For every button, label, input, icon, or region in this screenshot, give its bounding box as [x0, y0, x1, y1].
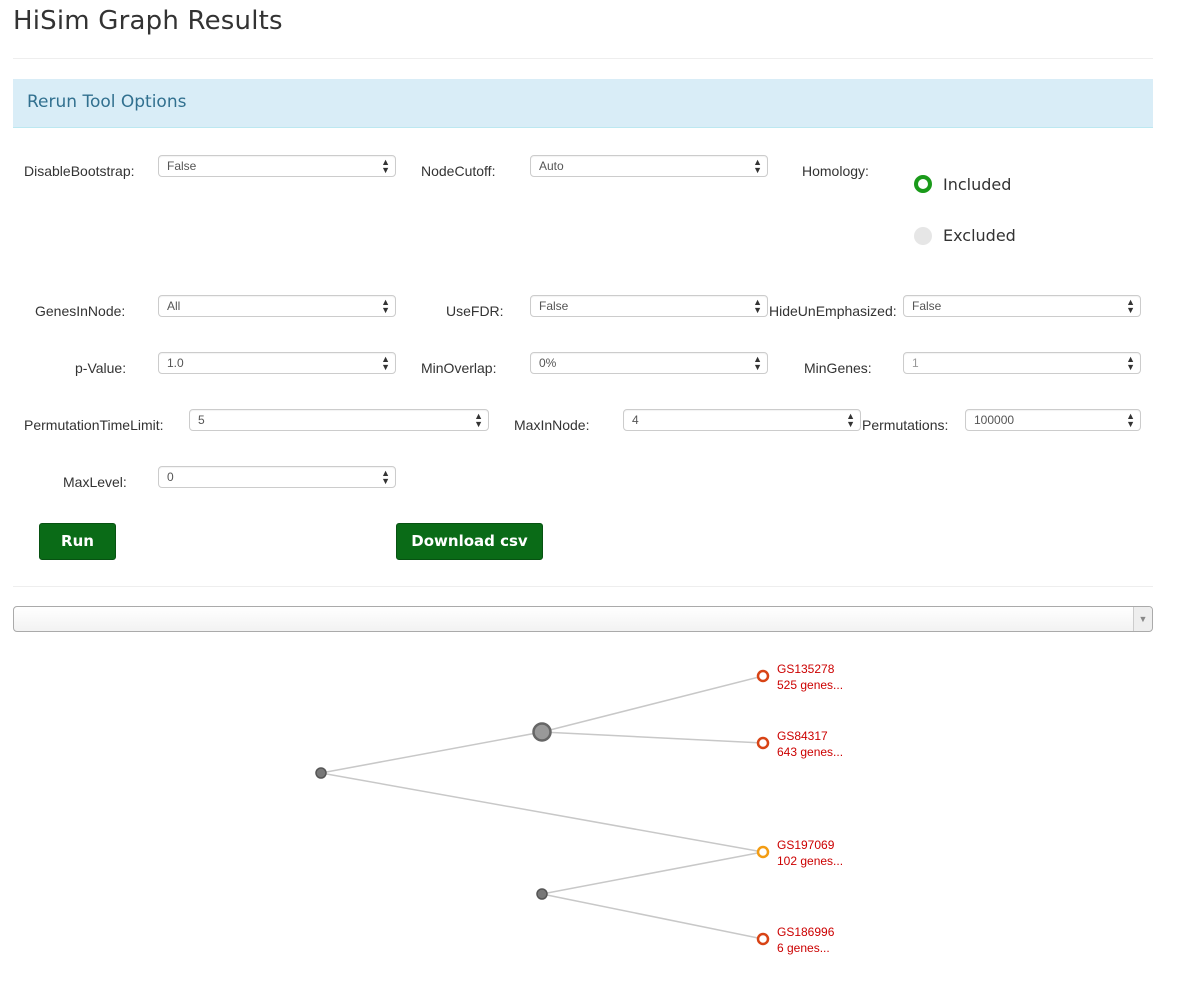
permutation-time-limit-label: PermutationTimeLimit:: [24, 417, 164, 433]
leaf-node-circle[interactable]: [756, 932, 770, 946]
select-arrows-icon: ▲ ▼: [846, 411, 855, 429]
select-arrows-icon: ▲ ▼: [1126, 411, 1135, 429]
leaf-node-id: GS135278: [777, 662, 835, 676]
permutations-label: Permutations:: [862, 417, 949, 433]
max-level-label: MaxLevel:: [63, 474, 127, 490]
homology-label: Homology:: [802, 163, 869, 179]
run-button[interactable]: Run: [39, 523, 116, 560]
max-in-node-label: MaxInNode:: [514, 417, 590, 433]
permutation-time-limit-value: 5: [198, 413, 205, 427]
use-fdr-select[interactable]: False ▲ ▼: [530, 295, 768, 317]
select-arrows-icon: ▲ ▼: [474, 411, 483, 429]
node-cutoff-value: Auto: [539, 159, 564, 173]
page-title: HiSim Graph Results: [13, 6, 283, 36]
download-csv-button[interactable]: Download csv: [396, 523, 543, 560]
graph-edge: [541, 851, 764, 895]
p-value-select[interactable]: 1.0 ▲ ▼: [158, 352, 396, 374]
homology-excluded-label[interactable]: Excluded: [943, 226, 1016, 245]
inner-node[interactable]: [536, 888, 548, 900]
leaf-node-circle[interactable]: [756, 736, 770, 750]
leaf-node-id: GS197069: [777, 838, 835, 852]
disable-bootstrap-value: False: [167, 159, 197, 173]
min-overlap-label: MinOverlap:: [421, 360, 497, 376]
leaf-node-genes: 6 genes...: [777, 941, 830, 955]
homology-included-radio[interactable]: [914, 175, 932, 193]
permutation-time-limit-select[interactable]: 5 ▲ ▼: [189, 409, 489, 431]
p-value-value: 1.0: [167, 356, 184, 370]
disable-bootstrap-label: DisableBootstrap:: [24, 163, 135, 179]
leaf-node-2[interactable]: GS84317 643 genes...: [756, 729, 843, 759]
p-value-label: p-Value:: [75, 360, 127, 376]
permutations-select[interactable]: 100000 ▲ ▼: [965, 409, 1141, 431]
leaf-node-id: GS186996: [777, 925, 835, 939]
hide-unemphasized-label: HideUnEmphasized:: [769, 303, 897, 319]
min-genes-label: MinGenes:: [804, 360, 872, 376]
leaf-node-genes: 102 genes...: [777, 854, 843, 868]
min-genes-select[interactable]: 1 ▲ ▼: [903, 352, 1141, 374]
permutations-value: 100000: [974, 413, 1015, 427]
geneset-select[interactable]: ▼: [13, 606, 1153, 632]
select-arrows-icon: ▲ ▼: [381, 157, 390, 175]
genes-in-node-select[interactable]: All ▲ ▼: [158, 295, 396, 317]
min-overlap-select[interactable]: 0% ▲ ▼: [530, 352, 768, 374]
homology-included-label[interactable]: Included: [943, 175, 1011, 194]
leaf-node-genes: 525 genes...: [777, 678, 843, 692]
root-node[interactable]: [315, 767, 327, 779]
select-arrows-icon: ▲ ▼: [1126, 297, 1135, 315]
homology-excluded-radio[interactable]: [914, 227, 932, 245]
hierarchy-graph[interactable]: GS135278 525 genes... GS84317 643 genes.…: [0, 640, 1197, 990]
select-arrows-icon: ▲ ▼: [753, 297, 762, 315]
graph-edge: [541, 893, 764, 940]
hide-unemphasized-select[interactable]: False ▲ ▼: [903, 295, 1141, 317]
leaf-node-circle[interactable]: [756, 845, 770, 859]
dropdown-arrow-icon[interactable]: ▼: [1133, 607, 1152, 631]
select-arrows-icon: ▲ ▼: [381, 297, 390, 315]
leaf-node-id: GS84317: [777, 729, 828, 743]
panel-title[interactable]: Rerun Tool Options: [27, 92, 186, 112]
disable-bootstrap-select[interactable]: False ▲ ▼: [158, 155, 396, 177]
use-fdr-value: False: [539, 299, 569, 313]
leaf-node-4[interactable]: GS186996 6 genes...: [756, 925, 835, 955]
hide-unemphasized-value: False: [912, 299, 942, 313]
select-arrows-icon: ▲ ▼: [1126, 354, 1135, 372]
divider: [13, 586, 1153, 587]
select-arrows-icon: ▲ ▼: [753, 354, 762, 372]
node-cutoff-select[interactable]: Auto ▲ ▼: [530, 155, 768, 177]
leaf-node-genes: 643 genes...: [777, 745, 843, 759]
genes-in-node-value: All: [167, 299, 181, 313]
leaf-node-1[interactable]: GS135278 525 genes...: [756, 662, 843, 692]
min-genes-value: 1: [912, 356, 919, 370]
max-in-node-value: 4: [632, 413, 639, 427]
graph-edge: [541, 731, 764, 744]
panel-heading[interactable]: Rerun Tool Options: [13, 79, 1153, 128]
max-level-select[interactable]: 0 ▲ ▼: [158, 466, 396, 488]
leaf-node-3[interactable]: GS197069 102 genes...: [756, 838, 843, 868]
select-arrows-icon: ▲ ▼: [381, 468, 390, 486]
select-arrows-icon: ▲ ▼: [753, 157, 762, 175]
use-fdr-label: UseFDR:: [446, 303, 504, 319]
inner-node[interactable]: [532, 722, 552, 742]
max-in-node-select[interactable]: 4 ▲ ▼: [623, 409, 861, 431]
max-level-value: 0: [167, 470, 174, 484]
graph-edge: [320, 731, 543, 774]
graph-edge: [541, 675, 764, 733]
divider: [13, 58, 1153, 59]
genes-in-node-label: GenesInNode:: [35, 303, 126, 319]
node-cutoff-label: NodeCutoff:: [421, 163, 496, 179]
leaf-node-circle[interactable]: [756, 669, 770, 683]
min-overlap-value: 0%: [539, 356, 557, 370]
graph-edge: [320, 772, 764, 853]
select-arrows-icon: ▲ ▼: [381, 354, 390, 372]
